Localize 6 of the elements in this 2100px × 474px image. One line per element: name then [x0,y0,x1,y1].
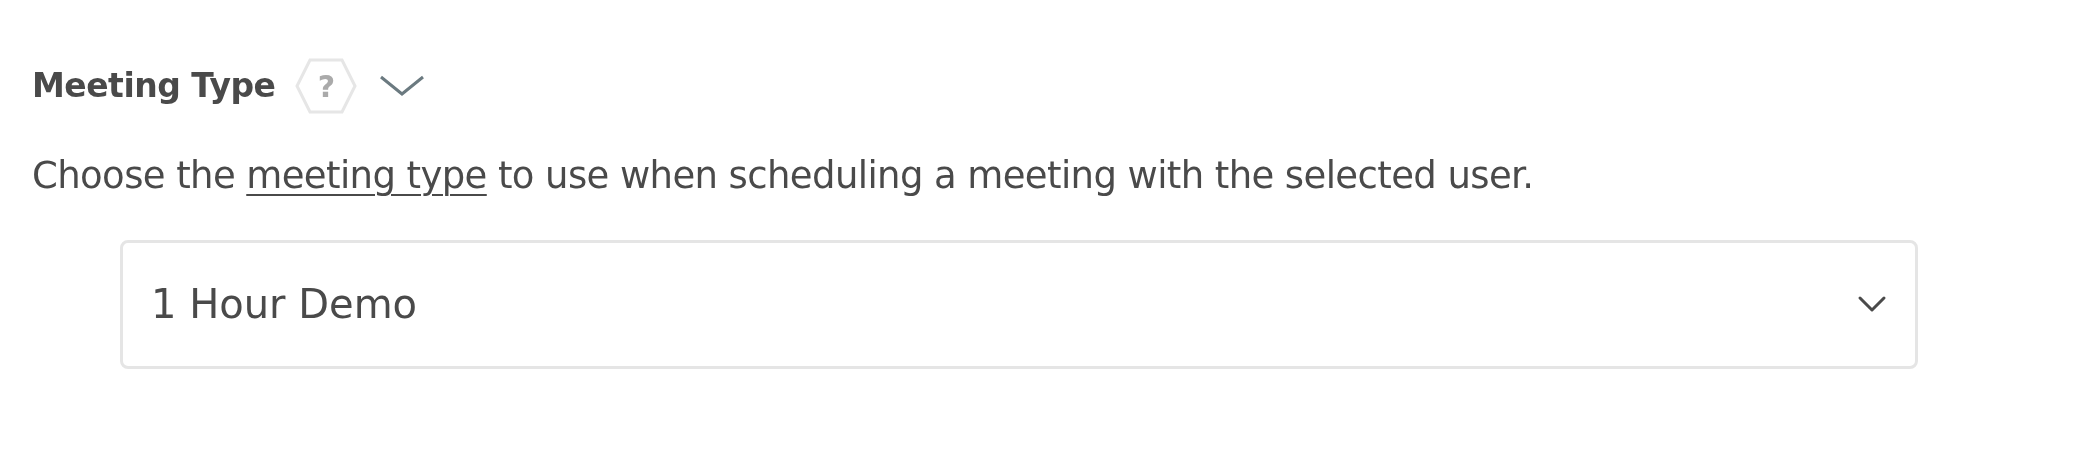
field-label: Meeting Type [32,65,276,108]
chevron-down-icon [1857,295,1887,313]
expand-chevron-icon[interactable] [379,74,426,98]
meeting-type-select[interactable]: 1 Hour Demo [120,239,1918,369]
field-description: Choose the meeting type to use when scheduling a meeting with the selected user. [32,153,1535,199]
help-link[interactable]: meeting type [246,154,487,197]
